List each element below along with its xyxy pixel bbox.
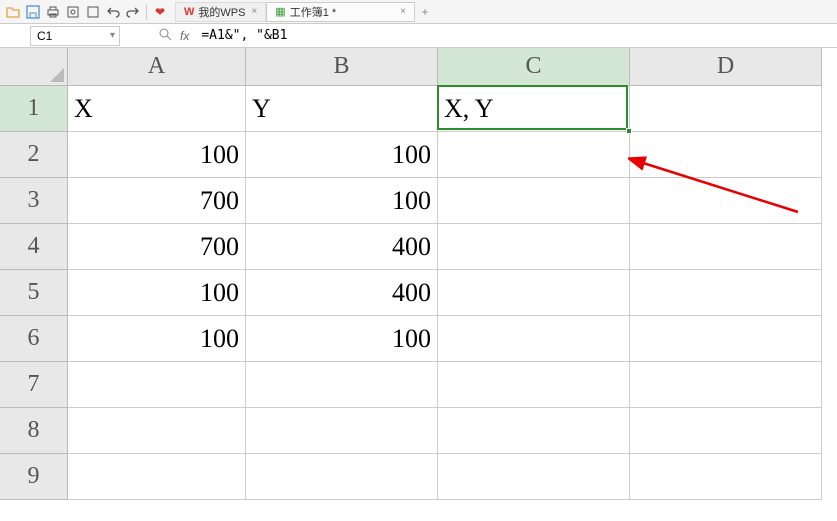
fill-handle[interactable]	[626, 128, 632, 134]
cell-D8[interactable]	[630, 408, 822, 454]
cell-A2[interactable]: 100	[68, 132, 246, 178]
cell-B3[interactable]: 100	[246, 178, 438, 224]
toolbar-separator	[146, 4, 147, 20]
close-icon[interactable]: ×	[251, 6, 257, 17]
row-header-6[interactable]: 6	[0, 316, 68, 362]
cell-B9[interactable]	[246, 454, 438, 500]
row-header-5[interactable]: 5	[0, 270, 68, 316]
cell-A8[interactable]	[68, 408, 246, 454]
cell-A1[interactable]: X	[68, 86, 246, 132]
fx-icon[interactable]: fx	[180, 29, 189, 43]
wps-logo-icon: W	[184, 6, 194, 18]
column-header-A[interactable]: A	[68, 48, 246, 86]
tab-workbook1[interactable]: ▦ 工作簿1 * ×	[266, 2, 415, 22]
formula-bar: C1 fx	[0, 24, 837, 48]
spreadsheet-icon: ▦	[275, 5, 285, 18]
cell-B1[interactable]: Y	[246, 86, 438, 132]
row-header-7[interactable]: 7	[0, 362, 68, 408]
cell-D1[interactable]	[630, 86, 822, 132]
column-header-D[interactable]: D	[630, 48, 822, 86]
formula-controls: fx	[158, 27, 189, 44]
dropdown-icon[interactable]: ❤	[151, 3, 169, 21]
search-icon[interactable]	[158, 27, 172, 44]
cell-C4[interactable]	[438, 224, 630, 270]
cell-C6[interactable]	[438, 316, 630, 362]
cell-B7[interactable]	[246, 362, 438, 408]
cell-B6[interactable]: 100	[246, 316, 438, 362]
cell-C8[interactable]	[438, 408, 630, 454]
cell-A3[interactable]: 700	[68, 178, 246, 224]
export-icon[interactable]	[84, 3, 102, 21]
cell-A9[interactable]	[68, 454, 246, 500]
column-header-B[interactable]: B	[246, 48, 438, 86]
cell-D7[interactable]	[630, 362, 822, 408]
formula-input[interactable]	[197, 26, 837, 46]
cell-B8[interactable]	[246, 408, 438, 454]
column-header-C[interactable]: C	[438, 48, 630, 86]
cell-B4[interactable]: 400	[246, 224, 438, 270]
cell-D3[interactable]	[630, 178, 822, 224]
cell-D9[interactable]	[630, 454, 822, 500]
new-tab-button[interactable]: +	[415, 2, 435, 22]
select-all-corner[interactable]	[0, 48, 68, 86]
cell-C2[interactable]	[438, 132, 630, 178]
cell-C1[interactable]: X, Y	[438, 86, 630, 132]
row-header-3[interactable]: 3	[0, 178, 68, 224]
row-header-1[interactable]: 1	[0, 86, 68, 132]
save-icon[interactable]	[24, 3, 42, 21]
cell-D5[interactable]	[630, 270, 822, 316]
cell-D6[interactable]	[630, 316, 822, 362]
tab-my-wps[interactable]: W 我的WPS ×	[175, 2, 266, 22]
cell-D4[interactable]	[630, 224, 822, 270]
tab-label: 我的WPS	[198, 4, 245, 20]
cell-C5[interactable]	[438, 270, 630, 316]
row-headers: 123456789	[0, 86, 68, 500]
open-icon[interactable]	[4, 3, 22, 21]
cell-C3[interactable]	[438, 178, 630, 224]
cell-C9[interactable]	[438, 454, 630, 500]
undo-icon[interactable]	[104, 3, 122, 21]
name-box[interactable]: C1	[30, 26, 120, 46]
print-icon[interactable]	[44, 3, 62, 21]
close-icon[interactable]: ×	[400, 6, 406, 17]
column-headers: ABCD	[68, 48, 822, 86]
redo-icon[interactable]	[124, 3, 142, 21]
cell-C7[interactable]	[438, 362, 630, 408]
cell-A5[interactable]: 100	[68, 270, 246, 316]
cell-A4[interactable]: 700	[68, 224, 246, 270]
cell-B5[interactable]: 400	[246, 270, 438, 316]
row-header-4[interactable]: 4	[0, 224, 68, 270]
tab-label: 工作簿1 *	[290, 4, 336, 20]
document-tabs: W 我的WPS × ▦ 工作簿1 * × +	[175, 2, 435, 22]
cell-A7[interactable]	[68, 362, 246, 408]
cell-A6[interactable]: 100	[68, 316, 246, 362]
print-preview-icon[interactable]	[64, 3, 82, 21]
name-box-value: C1	[37, 29, 52, 43]
cell-D2[interactable]	[630, 132, 822, 178]
cells-area: XYX, Y100100700100700400100400100100	[68, 86, 822, 500]
row-header-9[interactable]: 9	[0, 454, 68, 500]
row-header-8[interactable]: 8	[0, 408, 68, 454]
cell-B2[interactable]: 100	[246, 132, 438, 178]
quick-access-toolbar: ❤ W 我的WPS × ▦ 工作簿1 * × +	[0, 0, 837, 24]
row-header-2[interactable]: 2	[0, 132, 68, 178]
